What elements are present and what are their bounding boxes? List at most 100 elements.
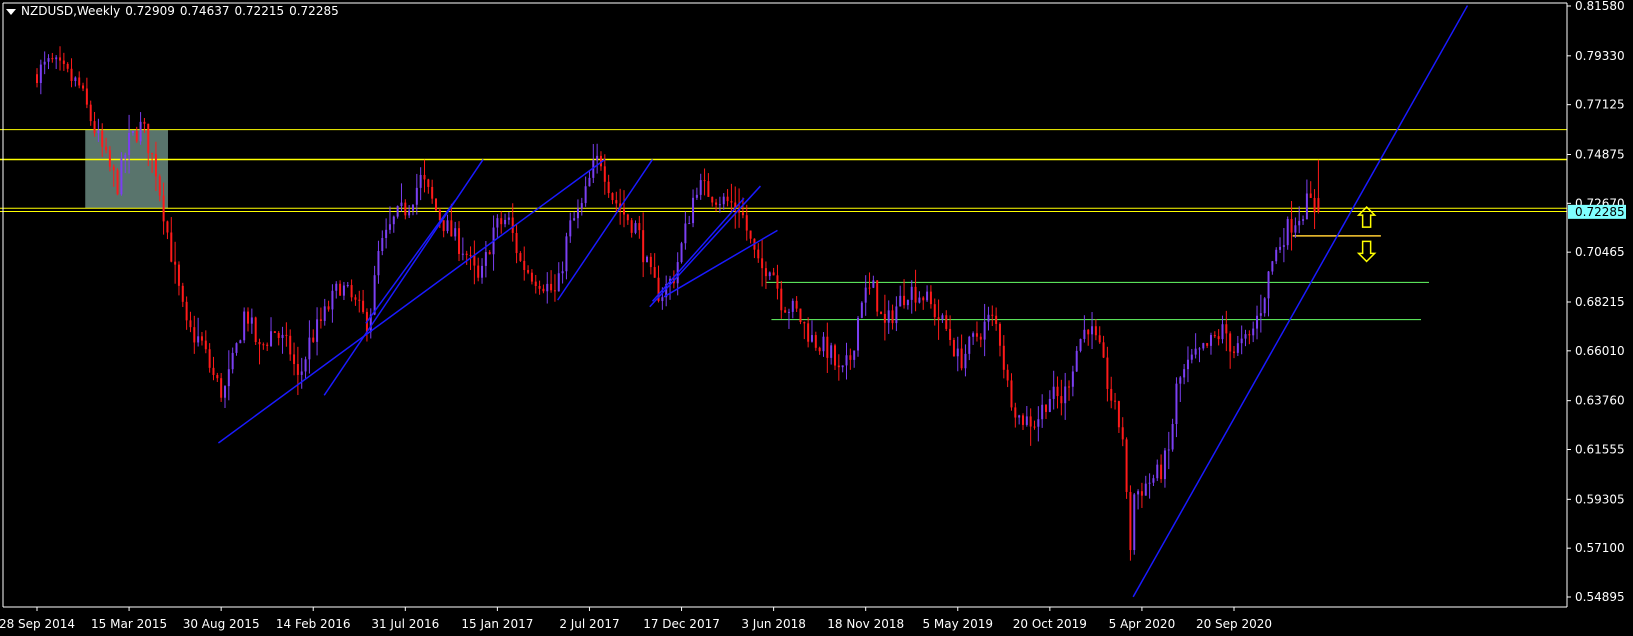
candle-body	[446, 220, 449, 232]
candle-body	[642, 230, 645, 263]
candle-body	[174, 261, 177, 265]
y-tick-label: 0.59305	[1575, 492, 1625, 506]
y-tick-label: 0.66010	[1575, 344, 1625, 358]
y-tick-label: 0.61555	[1575, 442, 1625, 456]
candle-body	[185, 301, 188, 321]
candle-body	[780, 288, 783, 311]
candle-body	[1252, 328, 1255, 336]
candle-body	[757, 249, 760, 259]
candle-body	[527, 270, 530, 273]
candle-body	[638, 223, 641, 231]
price-chart[interactable]: 0.815800.793300.771250.748750.726700.704…	[0, 0, 1633, 636]
candle-body	[396, 205, 399, 217]
candle-body	[427, 179, 430, 187]
candle-body	[772, 272, 775, 276]
candle-body	[435, 198, 437, 211]
candle-body	[550, 283, 553, 291]
candle-body	[680, 243, 683, 263]
candle-body	[960, 348, 963, 369]
candle-body	[699, 180, 702, 195]
candle-body	[787, 311, 790, 313]
candle-body	[1179, 377, 1182, 384]
candle-body	[1194, 348, 1197, 355]
candle-body	[112, 166, 115, 171]
candle-body	[147, 123, 150, 154]
candle-body	[254, 317, 257, 343]
y-tick-label: 0.77125	[1575, 98, 1625, 112]
candle-body	[929, 291, 932, 305]
y-tick-label: 0.70465	[1575, 245, 1625, 259]
candle-body	[784, 310, 787, 313]
candle-body	[108, 150, 111, 167]
candle-body	[776, 275, 779, 289]
candle-body	[899, 295, 902, 307]
candle-body	[74, 77, 77, 81]
candle-body	[1068, 386, 1071, 388]
arrows-layer	[1356, 206, 1377, 263]
candle-body	[1240, 338, 1243, 344]
candle-body	[89, 104, 92, 122]
candle-body	[860, 302, 863, 318]
candle-body	[998, 323, 1001, 346]
candle-body	[853, 350, 856, 360]
candle-body	[120, 158, 123, 195]
candle-body	[576, 208, 579, 219]
candle-body	[308, 337, 311, 360]
candle-body	[534, 281, 537, 286]
candle-body	[1102, 342, 1105, 358]
candle-body	[1025, 416, 1028, 425]
y-tick-label: 0.81580	[1575, 0, 1625, 13]
candle-body	[266, 344, 269, 346]
candle-body	[834, 345, 836, 366]
candle-body	[1117, 401, 1120, 428]
candle-body	[1286, 219, 1289, 246]
candle-body	[626, 214, 629, 221]
candle-body	[381, 237, 384, 252]
candle-body	[1256, 315, 1259, 329]
candle-body	[922, 297, 925, 301]
candle-body	[36, 74, 38, 84]
candle-body	[177, 264, 180, 286]
candle-body	[630, 220, 633, 233]
candle-body	[1071, 371, 1074, 387]
candle-body	[573, 218, 576, 221]
candle-body	[1290, 219, 1293, 233]
candle-body	[212, 367, 215, 376]
candle-body	[227, 369, 230, 387]
candle-body	[250, 317, 253, 324]
candle-body	[646, 256, 649, 263]
candle-body	[634, 223, 637, 233]
candle-body	[158, 176, 161, 196]
candle-body	[523, 260, 526, 271]
candles-layer	[36, 46, 1320, 561]
horizontal-levels-layer	[0, 129, 1567, 321]
candle-body	[408, 210, 411, 216]
last-price-label: 0.72285	[1575, 205, 1625, 219]
candle-body	[764, 268, 767, 277]
candle-body	[584, 186, 587, 204]
candle-body	[745, 215, 748, 231]
candle-body	[101, 130, 104, 147]
candle-body	[983, 321, 986, 340]
candle-body	[1313, 197, 1316, 213]
candle-body	[200, 336, 203, 341]
x-tick-label: 2 Jul 2017	[559, 617, 619, 631]
candle-body	[139, 121, 142, 142]
candle-body	[837, 365, 840, 368]
candle-body	[1305, 193, 1308, 220]
candle-body	[423, 174, 426, 180]
candle-body	[43, 61, 46, 65]
candle-body	[857, 317, 860, 351]
trendline	[651, 197, 745, 302]
candle-body	[285, 334, 288, 336]
candle-body	[972, 333, 975, 337]
candle-body	[1190, 354, 1193, 360]
candle-body	[385, 229, 388, 238]
candle-body	[703, 180, 706, 182]
candle-body	[1064, 386, 1067, 404]
candle-body	[346, 285, 349, 287]
x-tick-label: 3 Jun 2018	[741, 617, 806, 631]
candle-body	[1248, 334, 1251, 336]
candle-body	[1006, 369, 1009, 381]
candle-body	[1206, 343, 1209, 346]
